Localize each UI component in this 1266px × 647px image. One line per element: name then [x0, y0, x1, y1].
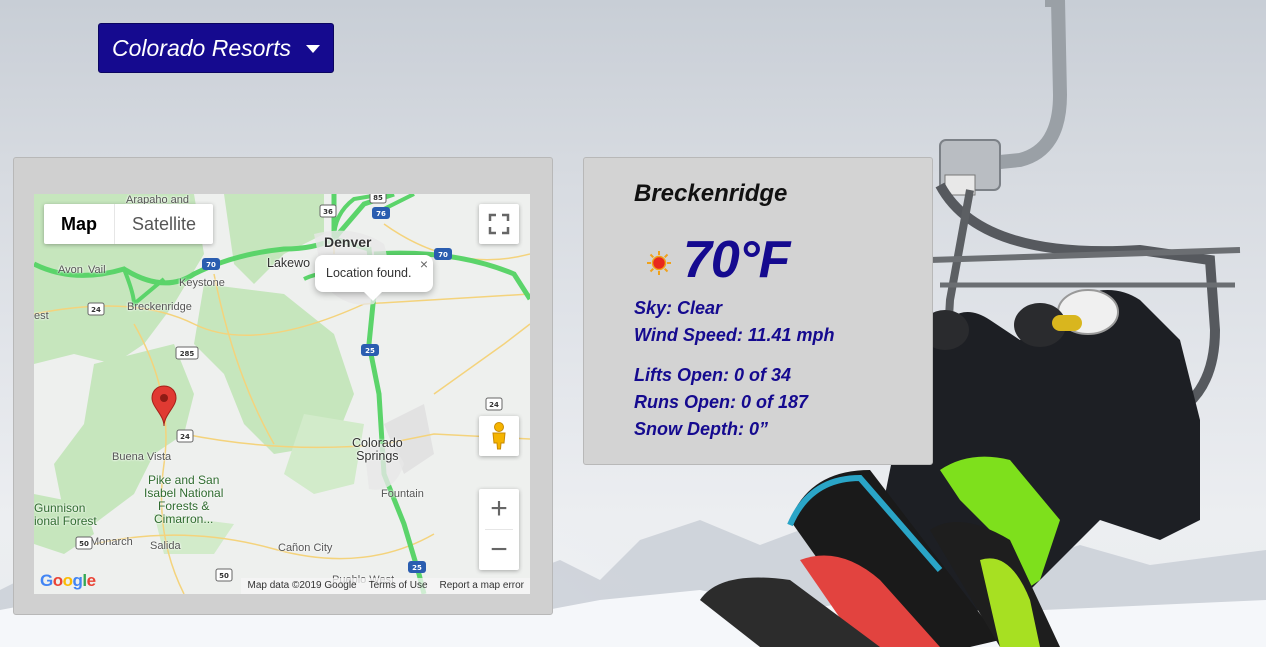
svg-text:70: 70 — [206, 261, 216, 269]
sun-icon — [647, 251, 671, 275]
runs-open: Runs Open: 0 of 187 — [634, 392, 809, 412]
zoom-in-button[interactable]: + — [479, 489, 519, 529]
svg-text:25: 25 — [365, 347, 375, 355]
resort-dropdown-label: Colorado Resorts — [112, 34, 291, 61]
map-type-satellite-button[interactable]: Satellite — [114, 204, 213, 244]
shield-i25-a: 25 — [361, 344, 379, 356]
resort-dropdown[interactable]: Colorado Resorts — [98, 23, 334, 73]
highway-shields: 70 70 76 25 25 36 85 285 24 24 24 50 50 — [75, 194, 503, 582]
shield-i70-a: 70 — [202, 258, 220, 270]
google-logo[interactable]: Google — [40, 571, 96, 591]
wind-speed: Wind Speed: 11.41 mph — [634, 325, 835, 345]
shield-us24-a: 24 — [87, 302, 105, 316]
shield-us50-b: 50 — [215, 568, 233, 582]
close-icon[interactable]: × — [420, 256, 428, 272]
shield-us24-c: 24 — [485, 397, 503, 411]
map-pin-icon[interactable] — [151, 385, 177, 427]
svg-text:85: 85 — [373, 194, 383, 202]
svg-text:24: 24 — [489, 401, 499, 409]
fullscreen-button[interactable] — [479, 204, 519, 244]
pegman-icon — [492, 422, 506, 450]
caret-down-icon — [306, 45, 320, 53]
svg-text:24: 24 — [180, 433, 190, 441]
svg-text:285: 285 — [180, 350, 195, 358]
infowindow-text: Location found. — [326, 266, 412, 280]
shield-us285: 285 — [175, 346, 199, 360]
terms-of-use-link[interactable]: Terms of Use — [363, 578, 434, 594]
shield-i25-b: 25 — [408, 561, 426, 573]
weather-card: Breckenridge 70°F Sky: Clear Wind Speed:… — [583, 157, 933, 465]
snow-depth: Snow Depth: 0” — [634, 419, 768, 439]
fullscreen-icon — [488, 213, 510, 235]
map-type-map-button[interactable]: Map — [44, 204, 114, 244]
svg-text:50: 50 — [79, 540, 89, 548]
street-view-button[interactable] — [479, 416, 519, 456]
map-data-text: Map data ©2019 Google — [247, 580, 357, 591]
report-map-error-link[interactable]: Report a map error — [434, 578, 530, 594]
sky-condition: Sky: Clear — [634, 298, 723, 318]
map-type-control: Map Satellite — [44, 204, 214, 244]
svg-text:70: 70 — [438, 251, 448, 259]
svg-text:24: 24 — [91, 306, 101, 314]
zoom-out-button[interactable]: − — [479, 530, 519, 570]
shield-i76: 76 — [372, 207, 390, 219]
shield-us85: 85 — [369, 194, 387, 204]
svg-text:36: 36 — [323, 208, 333, 216]
lifts-open: Lifts Open: 0 of 34 — [634, 365, 792, 385]
shield-us24-b: 24 — [176, 429, 194, 443]
location-infowindow: Location found. × — [315, 255, 433, 301]
zoom-control: + − — [479, 489, 519, 570]
svg-text:25: 25 — [412, 564, 422, 572]
svg-text:50: 50 — [219, 572, 229, 580]
shield-i70-b: 70 — [434, 248, 452, 260]
svg-text:76: 76 — [376, 210, 386, 218]
google-map[interactable]: Arapaho and Denver Lakewo Avon Vail Keys… — [34, 194, 530, 594]
resort-name: Breckenridge — [634, 180, 788, 207]
map-card: Arapaho and Denver Lakewo Avon Vail Keys… — [13, 157, 553, 615]
map-attribution: Map data ©2019 Google Terms of Use Repor… — [241, 578, 530, 594]
shield-us50-a: 50 — [75, 536, 93, 550]
temperature: 70°F — [683, 231, 790, 289]
shield-us36: 36 — [319, 204, 337, 218]
